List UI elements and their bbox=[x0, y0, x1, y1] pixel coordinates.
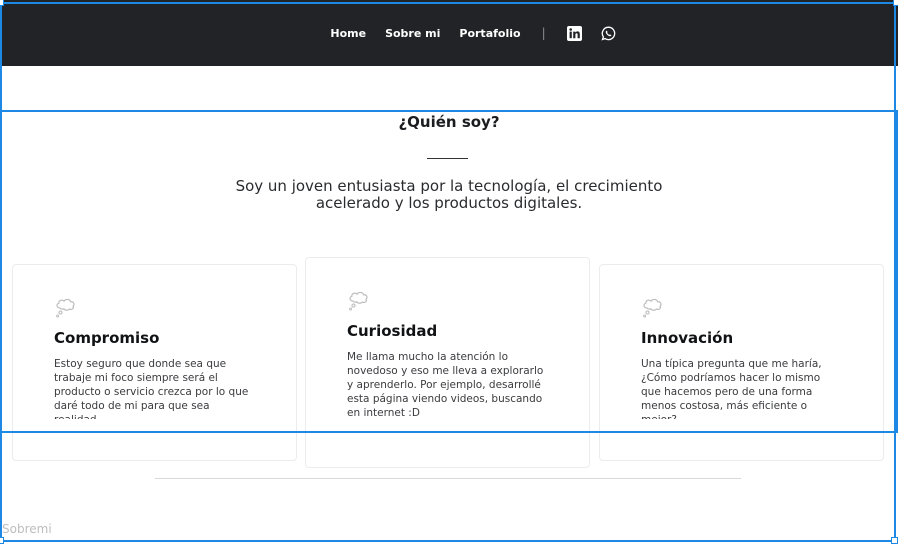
linkedin-icon[interactable] bbox=[566, 25, 582, 41]
nav-link-portafolio[interactable]: Portafolio bbox=[459, 27, 520, 40]
section-lead: Soy un joven entusiasta por la tecnologí… bbox=[235, 177, 663, 212]
card-text: Una típica pregunta que me haría, ¿Cómo … bbox=[641, 358, 822, 419]
thought-bubble-icon bbox=[347, 290, 373, 312]
nav-separator: | bbox=[541, 26, 546, 40]
selection-guide-right bbox=[894, 64, 896, 112]
card-text: Me llama mucho la atención lo novedoso y… bbox=[347, 351, 544, 419]
resize-handle-top-right[interactable] bbox=[893, 0, 898, 6]
card-compromiso[interactable]: Compromiso Estoy seguro que donde sea qu… bbox=[12, 264, 297, 461]
resize-handle-top-left[interactable] bbox=[0, 0, 4, 6]
nav-links: Home Sobre mi Portafolio | bbox=[330, 25, 616, 41]
resize-handle-bottom-right[interactable] bbox=[891, 537, 898, 544]
card-title: Compromiso bbox=[54, 329, 160, 347]
card-innovacion[interactable]: Innovación Una típica pregunta que me ha… bbox=[599, 264, 884, 461]
selection-guide-left bbox=[0, 64, 2, 112]
nav-link-sobre-mi[interactable]: Sobre mi bbox=[385, 27, 440, 40]
thought-bubble-icon bbox=[641, 297, 667, 319]
title-divider bbox=[427, 158, 468, 159]
card-curiosidad[interactable]: Curiosidad Me llama mucho la atención lo… bbox=[305, 257, 590, 468]
card-title: Innovación bbox=[641, 329, 734, 347]
thought-bubble-icon bbox=[54, 297, 80, 319]
section-divider bbox=[155, 478, 741, 479]
navbar: Home Sobre mi Portafolio | bbox=[0, 0, 898, 66]
whatsapp-icon[interactable] bbox=[601, 26, 616, 41]
element-label: Sobremi bbox=[2, 522, 52, 536]
section-title: ¿Quién soy? bbox=[398, 113, 500, 131]
nav-link-home[interactable]: Home bbox=[330, 27, 366, 40]
card-text: Estoy seguro que donde sea que trabaje m… bbox=[54, 358, 249, 419]
resize-handle-bottom-left[interactable] bbox=[0, 537, 4, 544]
card-title: Curiosidad bbox=[347, 322, 438, 340]
